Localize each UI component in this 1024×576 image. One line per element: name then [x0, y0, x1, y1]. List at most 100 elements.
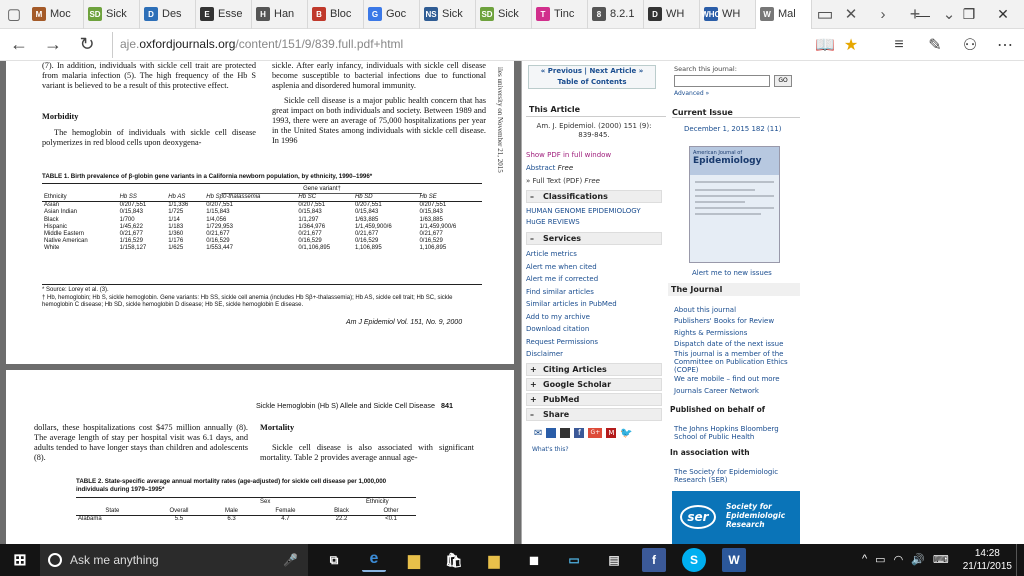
twitter-share-icon[interactable]: 🐦 — [620, 428, 632, 439]
browser-tab[interactable]: D Des — [140, 0, 196, 29]
journal-link[interactable]: Publishers' Books for Review — [674, 317, 800, 325]
browser-tab[interactable]: 8 8.2.1 — [588, 0, 644, 29]
google-scholar-toggle[interactable]: + Google Scholar — [526, 378, 662, 391]
journal-link[interactable]: About this journal — [674, 306, 800, 314]
journal-link[interactable]: We are mobile – find out more — [674, 375, 800, 383]
googleplus-share-icon[interactable]: G+ — [588, 428, 603, 438]
services-toggle[interactable]: – Services — [526, 232, 662, 245]
service-link[interactable]: Similar articles in PubMed — [526, 300, 617, 308]
abstract-link[interactable]: Abstract Free — [526, 164, 573, 172]
journal-cover-image[interactable]: American Journal of Epidemiology — [689, 146, 780, 263]
app-icon[interactable]: ▤ — [602, 548, 626, 572]
bookmark-share-icon[interactable] — [546, 428, 557, 438]
browser-window: ▢ M Moc SD Sick D Des E Esse H Han B Bloc G Goc NS Sick… — [0, 0, 1024, 576]
clock-date: 21/11/2015 — [962, 561, 1012, 572]
hub-icon[interactable]: ≡ — [884, 29, 914, 61]
battery-icon[interactable]: ▭ — [875, 553, 885, 566]
close-tab-icon[interactable]: ✕ — [838, 0, 864, 29]
file-explorer-icon[interactable]: ▆ — [402, 548, 426, 572]
publisher-link[interactable]: The Johns Hopkins Bloomberg School of Pu… — [674, 425, 798, 441]
browser-tab[interactable]: SD Sick — [476, 0, 532, 29]
tray-chevron-icon[interactable]: ^ — [862, 553, 867, 566]
clock[interactable]: 14:28 21/11/2015 — [963, 547, 1012, 573]
photos-icon[interactable]: ◼ — [522, 548, 546, 572]
mendeley-share-icon[interactable]: M — [606, 428, 617, 438]
downloads-icon[interactable]: ▆ — [482, 548, 506, 572]
show-pdf-link[interactable]: Show PDF in full window — [526, 151, 611, 159]
favorite-star-icon[interactable]: ★ — [836, 29, 866, 61]
tab-list-icon[interactable]: ▭ — [812, 0, 838, 29]
share-toggle[interactable]: – Share — [526, 408, 662, 421]
browser-tab[interactable]: NS Sick — [420, 0, 476, 29]
browser-tab[interactable]: WHO WH — [700, 0, 756, 29]
classifications-toggle[interactable]: – Classifications — [526, 190, 662, 203]
service-link[interactable]: Find similar articles — [526, 288, 594, 296]
service-link[interactable]: Alert me if corrected — [526, 275, 598, 283]
service-link[interactable]: Article metrics — [526, 250, 577, 258]
start-icon[interactable]: ⊞ — [8, 548, 32, 572]
tab-scroll-right-icon[interactable]: › — [870, 0, 896, 29]
pubmed-toggle[interactable]: + PubMed — [526, 393, 662, 406]
volume-icon[interactable]: 🔊 — [911, 553, 925, 566]
service-link[interactable]: Download citation — [526, 325, 589, 333]
fulltext-pdf-link[interactable]: » Full Text (PDF) Free — [526, 177, 600, 185]
store-icon[interactable]: 🛍 — [442, 548, 466, 572]
society-link[interactable]: The Society for Epidemiologic Research (… — [674, 468, 798, 484]
current-issue-link[interactable]: December 1, 2015 182 (11) — [684, 125, 781, 133]
journal-link[interactable]: This journal is a member of the Committe… — [674, 350, 800, 374]
facebook-app-icon[interactable]: f — [642, 548, 666, 572]
share-icon[interactable]: ⚇ — [955, 29, 985, 61]
back-icon[interactable]: ← — [2, 29, 36, 61]
remote-desktop-icon[interactable]: ▭ — [562, 548, 586, 572]
task-view-icon[interactable]: ⧉ — [322, 548, 346, 572]
web-note-icon[interactable]: ✎ — [920, 29, 950, 61]
service-link[interactable]: Add to my archive — [526, 313, 590, 321]
pdf-viewer[interactable]: (7). In addition, individuals with sickl… — [0, 61, 521, 544]
keyboard-icon[interactable]: ⌨ — [933, 553, 949, 566]
browser-tab[interactable]: H Han — [252, 0, 308, 29]
word-icon[interactable]: W — [722, 548, 746, 572]
service-link[interactable]: Disclaimer — [526, 350, 563, 358]
browser-tab[interactable]: G Goc — [364, 0, 420, 29]
refresh-icon[interactable]: ↻ — [70, 29, 104, 61]
whats-this-link[interactable]: What's this? — [532, 446, 569, 453]
browser-tab[interactable]: E Esse — [196, 0, 252, 29]
notification-icon[interactable] — [1016, 544, 1024, 576]
tab-bar: ▢ M Moc SD Sick D Des E Esse H Han B Bloc G Goc NS Sick… — [0, 0, 1024, 29]
ser-logo[interactable]: ser Society for Epidemiologic Research — [672, 491, 800, 544]
more-icon[interactable]: ⋯ — [990, 29, 1020, 61]
advanced-search-link[interactable]: Advanced » — [674, 90, 709, 98]
facebook-share-icon[interactable]: f — [574, 428, 585, 438]
alert-new-issues-link[interactable]: Alert me to new issues — [692, 269, 772, 277]
forward-icon[interactable]: → — [36, 29, 70, 61]
email-share-icon[interactable]: ✉ — [534, 428, 542, 439]
edge-taskbar-icon[interactable]: e — [362, 548, 386, 572]
service-link[interactable]: Alert me when cited — [526, 263, 597, 271]
microphone-icon[interactable]: 🎤 — [283, 553, 298, 567]
classification-link-2[interactable]: HuGE REVIEWS — [526, 218, 580, 226]
next-article-link[interactable]: Next Article » — [589, 67, 643, 75]
cortana-search[interactable]: Ask me anything 🎤 — [40, 544, 308, 576]
browser-tab[interactable]: SD Sick — [84, 0, 140, 29]
browser-tab[interactable]: B Bloc — [308, 0, 364, 29]
delicious-share-icon[interactable] — [560, 428, 571, 438]
browser-tab[interactable]: M Moc — [28, 0, 84, 29]
classification-link-1[interactable]: HUMAN GENOME EPIDEMIOLOGY — [526, 207, 641, 215]
tab-preview-icon[interactable]: ▢ — [0, 0, 28, 29]
journal-link[interactable]: Journals Career Network — [674, 387, 800, 395]
minimize-icon[interactable]: — — [900, 0, 946, 29]
journal-search-input[interactable] — [674, 75, 770, 87]
wifi-icon[interactable]: ◠ — [894, 553, 904, 566]
previous-article-link[interactable]: « Previous — [541, 67, 582, 75]
browser-tab[interactable]: W Mal — [756, 0, 812, 29]
journal-link[interactable]: Dispatch date of the next issue — [674, 340, 800, 348]
service-link[interactable]: Request Permissions — [526, 338, 598, 346]
close-window-icon[interactable]: ✕ — [980, 0, 1024, 29]
table-of-contents-link[interactable]: Table of Contents — [529, 77, 655, 88]
search-go-button[interactable]: GO — [774, 75, 792, 87]
browser-tab[interactable]: D WH — [644, 0, 700, 29]
journal-link[interactable]: Rights & Permissions — [674, 329, 800, 337]
skype-icon[interactable]: S — [682, 548, 706, 572]
browser-tab[interactable]: T Tinc — [532, 0, 588, 29]
citing-articles-toggle[interactable]: + Citing Articles — [526, 363, 662, 376]
